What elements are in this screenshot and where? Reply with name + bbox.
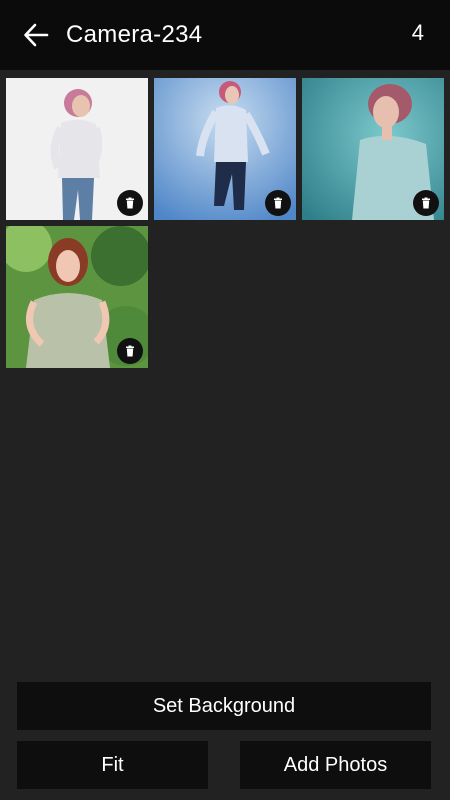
trash-icon — [126, 345, 134, 357]
delete-photo-button[interactable] — [117, 190, 143, 216]
fit-button[interactable]: Fit — [17, 741, 208, 789]
photo-thumbnail[interactable] — [6, 226, 148, 368]
photo-thumbnail[interactable] — [6, 78, 148, 220]
delete-photo-button[interactable] — [413, 190, 439, 216]
delete-photo-button[interactable] — [117, 338, 143, 364]
delete-photo-button[interactable] — [265, 190, 291, 216]
trash-icon — [274, 197, 282, 209]
back-button[interactable] — [13, 12, 59, 58]
photo-thumbnail[interactable] — [302, 78, 444, 220]
trash-icon — [422, 197, 430, 209]
add-photos-button[interactable]: Add Photos — [240, 741, 431, 789]
photo-thumbnail[interactable] — [154, 78, 296, 220]
arrow-left-icon — [24, 23, 49, 47]
gallery-screen: Camera-234 4 Set Background Fit Add Phot… — [0, 0, 450, 800]
photo-count: 4 — [411, 20, 424, 45]
page-title: Camera-234 — [66, 21, 203, 48]
app-bar: Camera-234 4 — [0, 0, 450, 70]
set-background-button[interactable]: Set Background — [17, 682, 431, 730]
trash-icon — [126, 197, 134, 209]
